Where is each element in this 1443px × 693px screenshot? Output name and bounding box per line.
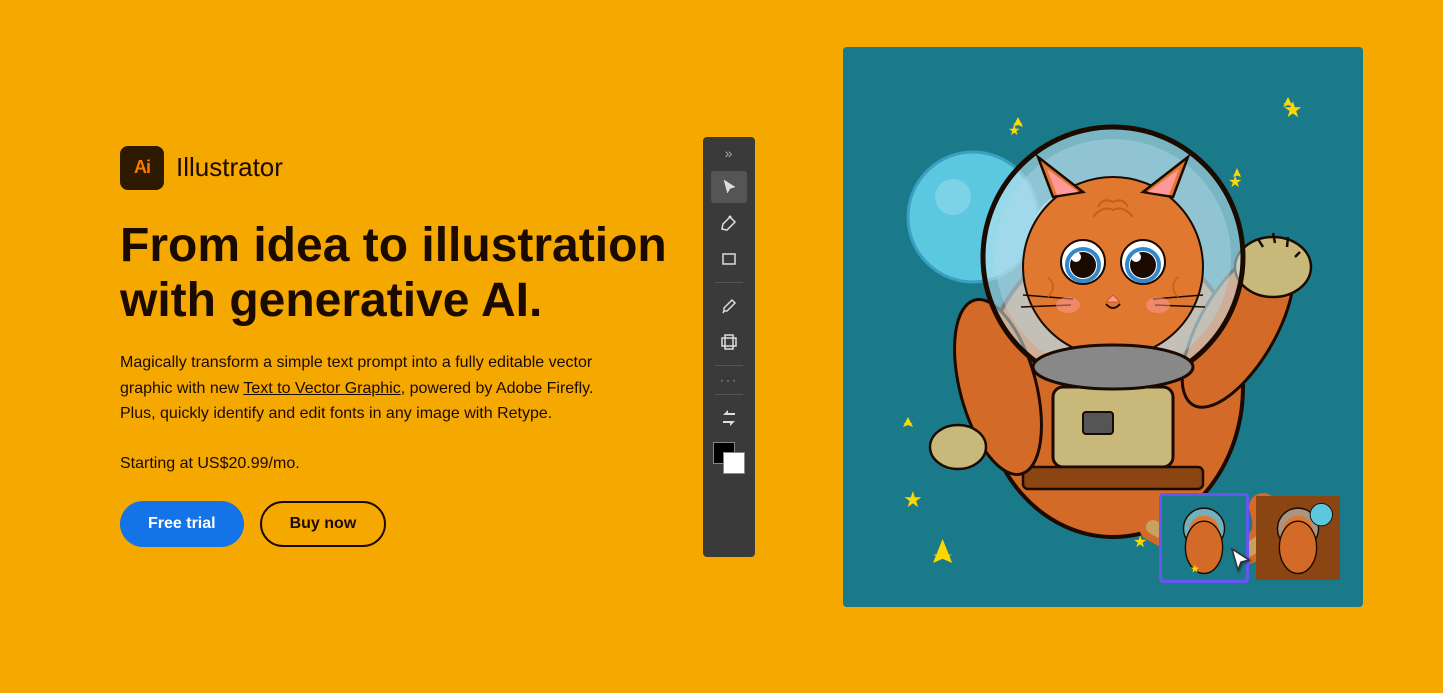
headline-line2: with generative AI. — [120, 274, 542, 327]
toolbar-divider-2 — [715, 365, 743, 366]
thumbnail-strip: ★ — [1159, 493, 1343, 583]
pricing-text: Starting at US$20.99/mo. — [120, 455, 680, 473]
svg-text:★: ★ — [903, 487, 923, 512]
pen-tool[interactable] — [711, 207, 747, 239]
ai-logo: Ai — [120, 146, 164, 190]
illustration-area: ★ ★ ★ ★ ★ — [843, 47, 1363, 607]
rectangle-tool[interactable] — [711, 243, 747, 275]
toolbar-divider-3 — [715, 394, 743, 395]
text-to-vector-link[interactable]: Text to Vector Graphic — [243, 380, 400, 397]
headline: From idea to illustration with generativ… — [120, 218, 680, 328]
brand-name: Illustrator — [176, 152, 283, 183]
thumbnail-2-preview — [1256, 496, 1340, 580]
right-panel: » — [703, 47, 1363, 647]
brand-row: Ai Illustrator — [120, 146, 680, 190]
svg-text:★: ★ — [1283, 97, 1303, 122]
cursor-icon — [1229, 547, 1251, 579]
free-trial-button[interactable]: Free trial — [120, 501, 244, 547]
svg-text:★: ★ — [1190, 563, 1200, 575]
description: Magically transform a simple text prompt… — [120, 350, 620, 427]
color-picker[interactable] — [713, 442, 745, 474]
eyedropper-tool[interactable] — [711, 290, 747, 322]
illustrator-toolbar: » — [703, 137, 755, 557]
buy-now-button[interactable]: Buy now — [260, 501, 387, 547]
toolbar-divider-1 — [715, 282, 743, 283]
svg-text:★: ★ — [1228, 174, 1242, 191]
link-text: Text to Vector Graphic — [243, 380, 400, 397]
svg-text:★: ★ — [1008, 122, 1021, 138]
logo-text: Ai — [134, 157, 150, 178]
left-panel: Ai Illustrator From idea to illustration… — [120, 146, 680, 547]
headline-line1: From idea to illustration — [120, 219, 667, 272]
cta-row: Free trial Buy now — [120, 501, 680, 547]
toolbar-grip: » — [725, 145, 734, 161]
svg-text:★: ★ — [1133, 534, 1147, 551]
thumbnail-2[interactable] — [1253, 493, 1343, 583]
toolbar-more[interactable]: ··· — [720, 373, 738, 387]
background-color — [723, 452, 745, 474]
select-tool[interactable] — [711, 171, 747, 203]
shape-tool[interactable] — [711, 326, 747, 358]
switch-tool[interactable] — [711, 402, 747, 434]
